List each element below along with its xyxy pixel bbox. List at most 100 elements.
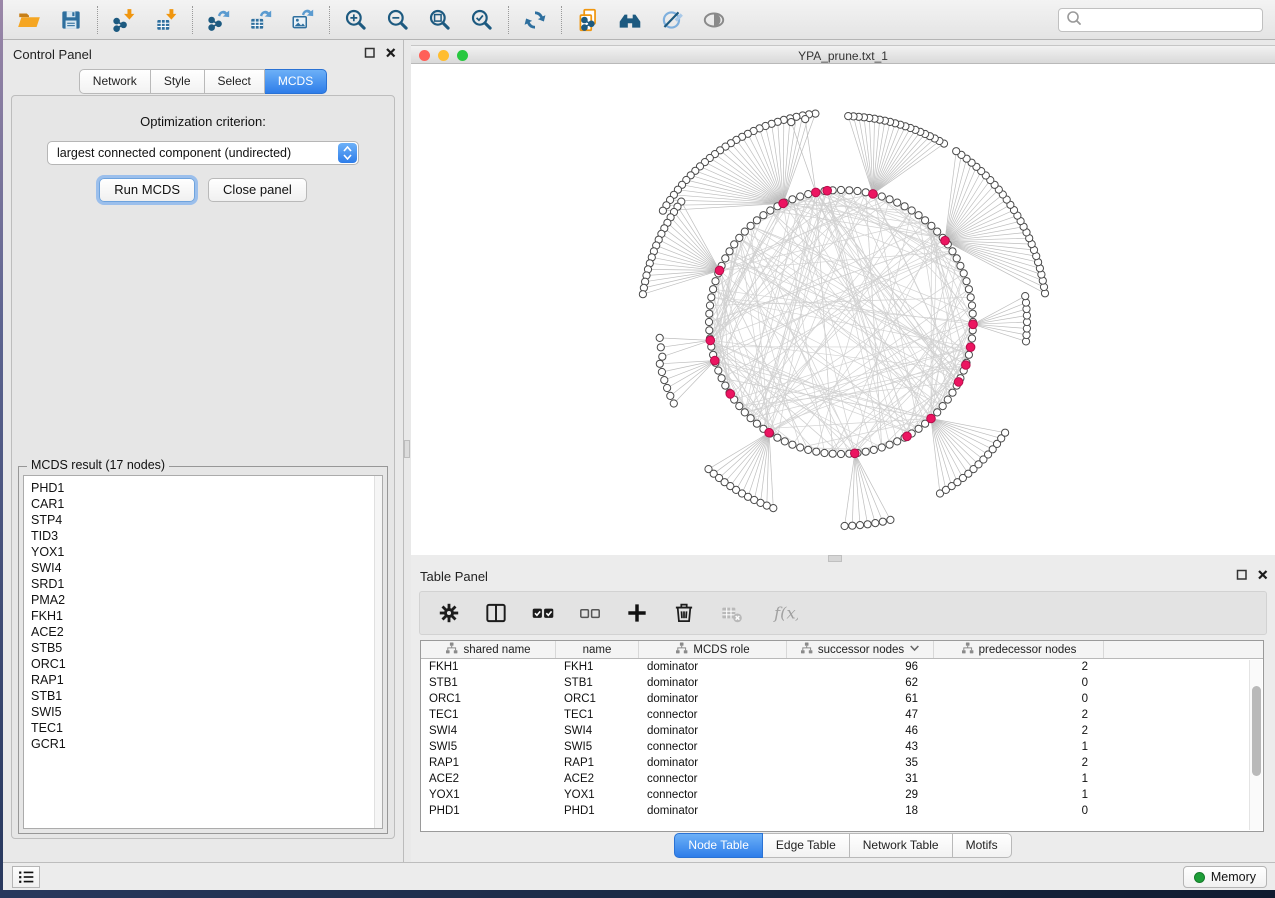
mcds-node-item[interactable]: TID3 (31, 528, 382, 544)
tab-style[interactable]: Style (151, 69, 205, 94)
export-table-icon[interactable] (247, 6, 275, 34)
zoom-fit-icon[interactable] (426, 6, 454, 34)
table-tabs: Node TableEdge TableNetwork TableMotifs (674, 833, 1011, 858)
search-input[interactable] (1081, 13, 1256, 27)
cell-shared-name: YOX1 (421, 787, 556, 803)
delete-column-icon[interactable] (671, 600, 697, 626)
mcds-node-item[interactable]: SRD1 (31, 576, 382, 592)
task-history-button[interactable] (12, 866, 40, 888)
delete-table-icon (718, 600, 744, 626)
mcds-node-item[interactable]: CAR1 (31, 496, 382, 512)
mcds-node-item[interactable]: SWI4 (31, 560, 382, 576)
apply-layout-icon[interactable] (521, 6, 549, 34)
column-header-name[interactable]: name (556, 641, 639, 658)
table-row[interactable]: PHD1PHD1dominator180 (421, 803, 1263, 819)
zoom-out-icon[interactable] (384, 6, 412, 34)
close-panel-button[interactable]: Close panel (208, 178, 307, 202)
vertical-splitter-handle[interactable] (404, 440, 410, 458)
table-row[interactable]: STB1STB1dominator620 (421, 675, 1263, 691)
table-scrollbar-thumb[interactable] (1252, 686, 1261, 776)
cell-MCDS-role: dominator (639, 755, 787, 771)
tab-network[interactable]: Network (79, 69, 151, 94)
search-binoculars-icon[interactable] (616, 6, 644, 34)
duplicate-network-icon[interactable] (574, 6, 602, 34)
table-row[interactable]: YOX1YOX1connector291 (421, 787, 1263, 803)
table-row[interactable]: RAP1RAP1dominator352 (421, 755, 1263, 771)
cell-predecessor-nodes: 2 (934, 755, 1104, 771)
export-network-icon[interactable] (205, 6, 233, 34)
table-row[interactable]: TEC1TEC1connector472 (421, 707, 1263, 723)
mcds-node-item[interactable]: PMA2 (31, 592, 382, 608)
save-session-icon[interactable] (57, 6, 85, 34)
import-table-icon[interactable] (152, 6, 180, 34)
deselect-all-rows-icon[interactable] (577, 600, 603, 626)
mcds-node-item[interactable]: STB5 (31, 640, 382, 656)
memory-button[interactable]: Memory (1183, 866, 1267, 888)
float-panel-icon[interactable] (1236, 569, 1248, 581)
import-network-icon[interactable] (110, 6, 138, 34)
float-panel-icon[interactable] (364, 47, 376, 59)
tab-network-table[interactable]: Network Table (850, 833, 953, 858)
control-panel-header: Control Panel (3, 40, 403, 66)
mcds-node-item[interactable]: PHD1 (31, 480, 382, 496)
mcds-node-item[interactable]: STB1 (31, 688, 382, 704)
cell-name: SWI5 (556, 739, 639, 755)
tab-mcds[interactable]: MCDS (265, 69, 327, 94)
mcds-node-item[interactable]: STP4 (31, 512, 382, 528)
vertical-splitter[interactable] (403, 40, 411, 862)
tab-select[interactable]: Select (205, 69, 265, 94)
column-settings-icon[interactable] (436, 600, 462, 626)
birds-eye-view-icon[interactable] (700, 6, 728, 34)
table-row[interactable]: ACE2ACE2connector311 (421, 771, 1263, 787)
mcds-node-item[interactable]: TEC1 (31, 720, 382, 736)
column-header-MCDS-role[interactable]: MCDS role (639, 641, 787, 658)
column-header-shared-name[interactable]: shared name (421, 641, 556, 658)
mcds-list-scrollbar[interactable] (374, 476, 382, 828)
cell-name: ACE2 (556, 771, 639, 787)
horizontal-splitter-handle[interactable] (828, 555, 842, 562)
table-scrollbar[interactable] (1249, 660, 1262, 830)
run-mcds-button[interactable]: Run MCDS (99, 178, 195, 202)
zoom-selected-icon[interactable] (468, 6, 496, 34)
mcds-hub-nodes[interactable] (706, 186, 977, 457)
mcds-node-item[interactable]: SWI5 (31, 704, 382, 720)
open-session-icon[interactable] (15, 6, 43, 34)
cell-predecessor-nodes: 1 (934, 771, 1104, 787)
attribute-type-icon (445, 642, 458, 657)
cell-predecessor-nodes: 0 (934, 675, 1104, 691)
column-header-predecessor-nodes[interactable]: predecessor nodes (934, 641, 1104, 658)
network-graph[interactable] (411, 64, 1275, 554)
network-view-frame: YPA_prune.txt_1 (411, 40, 1275, 555)
cell-predecessor-nodes: 2 (934, 659, 1104, 675)
mcds-node-item[interactable]: YOX1 (31, 544, 382, 560)
criterion-select[interactable]: largest connected component (undirected) (47, 141, 359, 165)
mcds-result-list[interactable]: PHD1CAR1STP4TID3YOX1SWI4SRD1PMA2FKH1ACE2… (23, 475, 383, 829)
search-field[interactable] (1058, 8, 1263, 32)
add-column-icon[interactable] (624, 600, 650, 626)
table-row[interactable]: SWI5SWI5connector431 (421, 739, 1263, 755)
graphics-details-icon[interactable] (658, 6, 686, 34)
mcds-node-item[interactable]: ACE2 (31, 624, 382, 640)
network-window-titlebar[interactable]: YPA_prune.txt_1 (411, 45, 1275, 64)
table-row[interactable]: SWI4SWI4dominator462 (421, 723, 1263, 739)
cell-successor-nodes: 47 (787, 707, 934, 723)
select-all-rows-icon[interactable] (530, 600, 556, 626)
tab-node-table[interactable]: Node Table (674, 833, 763, 858)
mcds-node-item[interactable]: RAP1 (31, 672, 382, 688)
close-panel-icon[interactable] (1257, 569, 1269, 581)
tab-motifs[interactable]: Motifs (953, 833, 1012, 858)
mcds-node-item[interactable]: GCR1 (31, 736, 382, 752)
mcds-node-item[interactable]: ORC1 (31, 656, 382, 672)
table-row[interactable]: FKH1FKH1dominator962 (421, 659, 1263, 675)
close-panel-icon[interactable] (385, 47, 397, 59)
zoom-in-icon[interactable] (342, 6, 370, 34)
horizontal-splitter[interactable] (411, 555, 1275, 563)
show-columns-icon[interactable] (483, 600, 509, 626)
network-canvas[interactable] (411, 64, 1275, 555)
cell-predecessor-nodes: 0 (934, 803, 1104, 819)
mcds-node-item[interactable]: FKH1 (31, 608, 382, 624)
table-row[interactable]: ORC1ORC1dominator610 (421, 691, 1263, 707)
column-header-successor-nodes[interactable]: successor nodes (787, 641, 934, 658)
tab-edge-table[interactable]: Edge Table (763, 833, 850, 858)
export-image-icon[interactable] (289, 6, 317, 34)
